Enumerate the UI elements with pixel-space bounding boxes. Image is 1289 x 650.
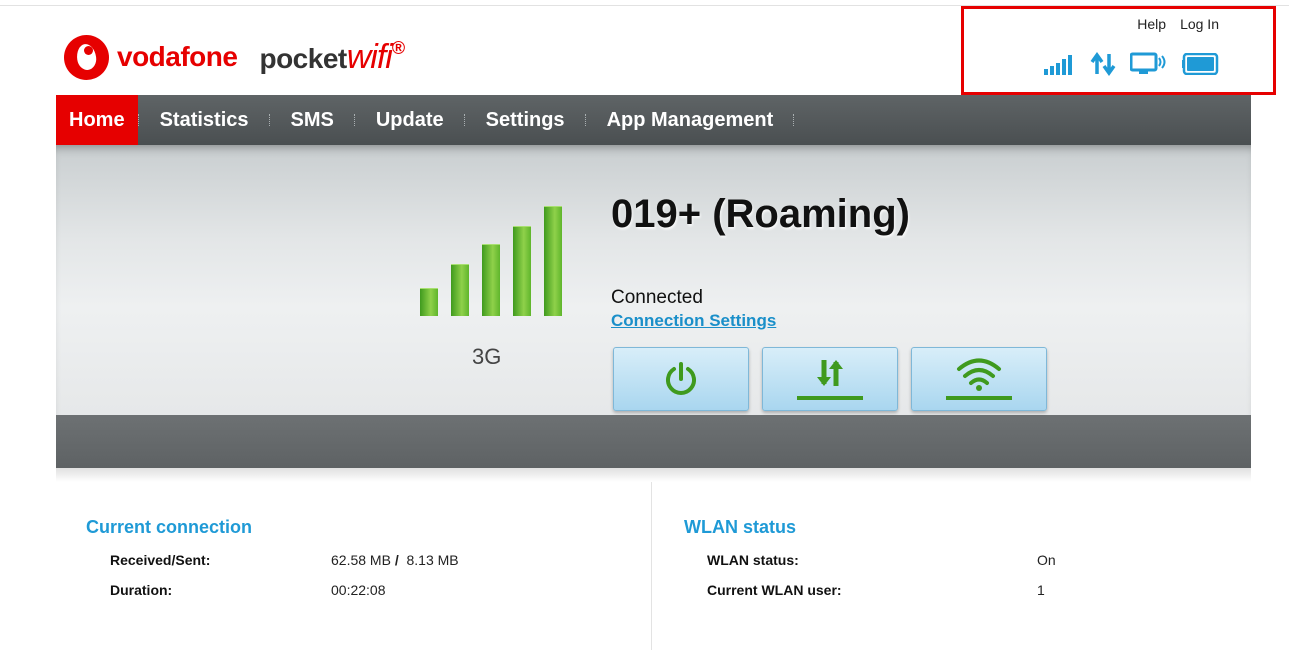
status-icons <box>1044 52 1220 76</box>
registered-mark: ® <box>391 37 405 58</box>
connection-panel-footer <box>56 415 1251 468</box>
connection-status: Connected <box>611 287 703 308</box>
nav-app-management[interactable]: App Management <box>587 95 794 145</box>
signal-bar-3 <box>482 244 500 316</box>
signal-bar-1 <box>420 288 438 316</box>
wlan-users-value: 1 <box>1037 582 1045 598</box>
product-name: pocketwifi® <box>259 37 405 77</box>
main-nav: Home Statistics SMS Update Settings App … <box>56 95 1251 145</box>
duration-label: Duration: <box>110 582 173 598</box>
received-value: 62.58 MB <box>331 552 391 568</box>
wlan-status-title: WLAN status <box>684 517 796 537</box>
signal-bar-5 <box>544 206 562 316</box>
nav-update[interactable]: Update <box>356 95 464 145</box>
signal-strength-icon <box>1044 55 1072 75</box>
brand-logo: vodafone pocketwifi® <box>64 33 405 81</box>
nav-sms[interactable]: SMS <box>271 95 354 145</box>
wlan-users-label: Current WLAN user: <box>707 582 842 598</box>
status-area: Help Log In <box>961 6 1276 95</box>
nav-separator <box>793 114 795 126</box>
help-link[interactable]: Help <box>1137 16 1166 32</box>
data-connection-button[interactable] <box>762 347 898 411</box>
section-divider <box>651 482 652 650</box>
nav-home[interactable]: Home <box>56 95 138 145</box>
received-sent-value: 62.58 MB / 8.13 MB <box>331 552 459 568</box>
power-button[interactable] <box>613 347 749 411</box>
brand-name: vodafone <box>117 41 238 72</box>
nav-settings[interactable]: Settings <box>466 95 585 145</box>
data-transfer-icon <box>1090 52 1116 76</box>
duration-value: 00:22:08 <box>331 582 386 598</box>
panel-shadow <box>56 468 1251 482</box>
signal-bar-4 <box>513 226 531 316</box>
nav-statistics[interactable]: Statistics <box>140 95 269 145</box>
current-connection-title: Current connection <box>86 517 253 537</box>
received-sent-separator: / <box>394 552 399 568</box>
data-transfer-icon <box>797 360 863 400</box>
connected-device-icon <box>1130 52 1166 74</box>
login-link[interactable]: Log In <box>1180 16 1219 32</box>
wlan-status-label: WLAN status: <box>707 552 799 568</box>
signal-strength-graphic <box>420 206 562 316</box>
wlan-status-value: On <box>1037 552 1056 568</box>
connection-settings-link[interactable]: Connection Settings <box>611 311 776 331</box>
wlan-button[interactable] <box>911 347 1047 411</box>
signal-bar-2 <box>451 264 469 316</box>
operator-name: 019+ (Roaming) <box>611 192 910 236</box>
received-sent-label: Received/Sent: <box>110 552 211 568</box>
vodafone-logo-icon <box>64 34 109 80</box>
network-type: 3G <box>472 344 502 369</box>
top-links: Help Log In <box>1137 16 1219 32</box>
sent-value: 8.13 MB <box>406 552 459 568</box>
wifi-icon <box>946 358 1012 400</box>
power-icon <box>666 362 696 395</box>
battery-icon <box>1182 53 1219 75</box>
product-prefix: pocket <box>259 42 347 74</box>
product-suffix: wifi <box>346 37 393 76</box>
